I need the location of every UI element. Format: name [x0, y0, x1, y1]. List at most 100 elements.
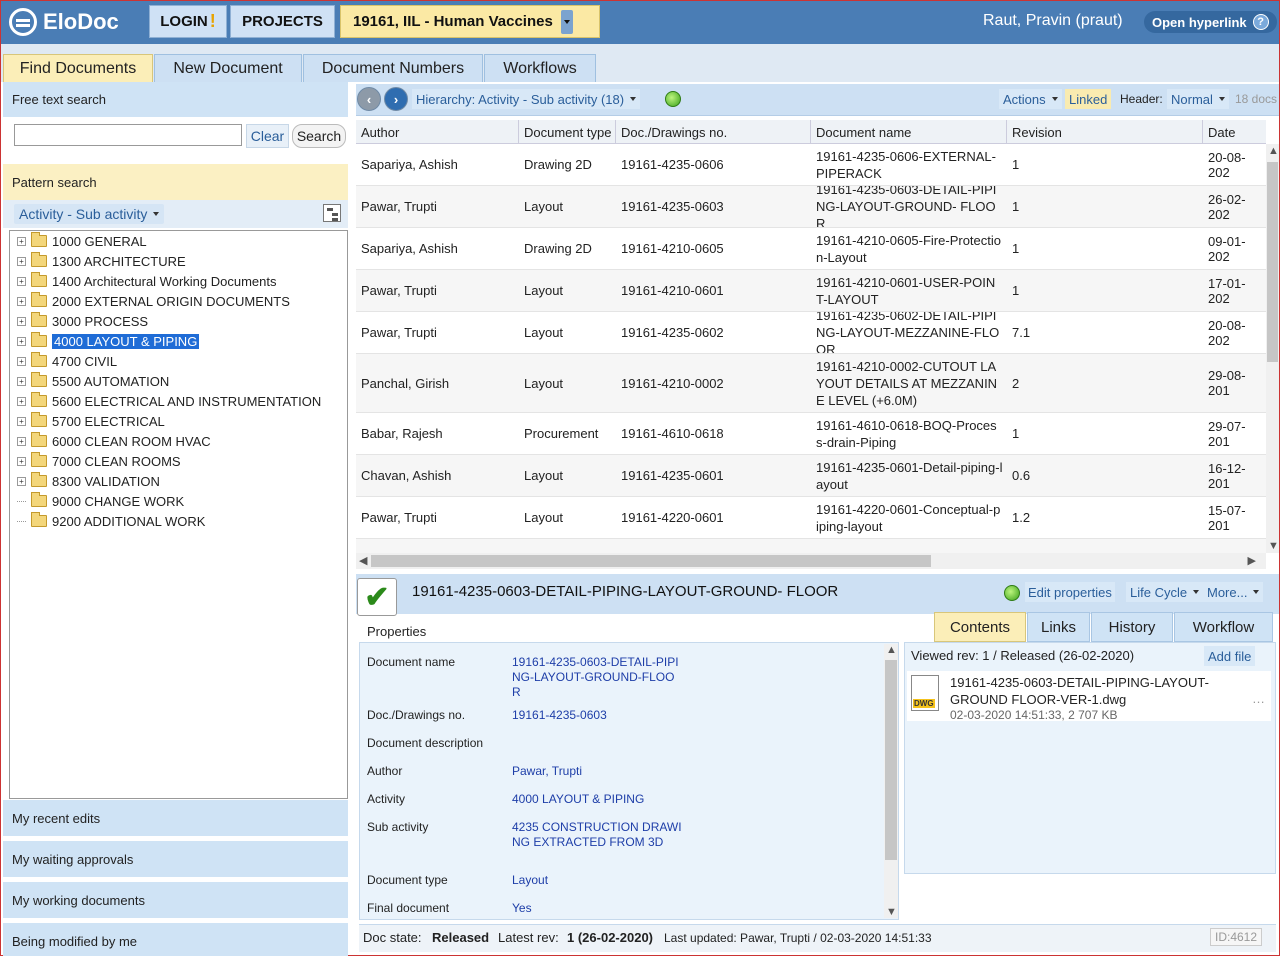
- refresh-icon[interactable]: [665, 91, 681, 107]
- tree-node[interactable]: +1400 Architectural Working Documents: [17, 272, 276, 290]
- tree-node[interactable]: +1300 ARCHITECTURE: [17, 252, 186, 270]
- being-modified-by-me[interactable]: Being modified by me: [3, 923, 348, 956]
- back-arrow-icon[interactable]: ‹: [357, 87, 381, 111]
- my-waiting-approvals[interactable]: My waiting approvals: [3, 841, 348, 877]
- tree-node-label[interactable]: 5500 AUTOMATION: [52, 374, 169, 389]
- help-icon[interactable]: ?: [1252, 14, 1269, 30]
- forward-arrow-icon[interactable]: ›: [384, 87, 408, 111]
- tree-node-label[interactable]: 7000 CLEAN ROOMS: [52, 454, 181, 469]
- tab-history[interactable]: History: [1091, 612, 1173, 642]
- column-document-type[interactable]: Document type: [519, 120, 616, 144]
- projects-button[interactable]: PROJECTS: [230, 5, 335, 38]
- open-hyperlink-button[interactable]: Open hyperlink ?: [1144, 11, 1277, 33]
- tree-node[interactable]: +5500 AUTOMATION: [17, 372, 169, 390]
- tree-node-label[interactable]: 2000 EXTERNAL ORIGIN DOCUMENTS: [52, 294, 290, 309]
- more-options-icon[interactable]: …: [1252, 691, 1266, 706]
- tab-workflows[interactable]: Workflows: [484, 54, 596, 82]
- tree-node[interactable]: +1000 GENERAL: [17, 232, 147, 250]
- tree-node[interactable]: +7000 CLEAN ROOMS: [17, 452, 181, 470]
- scroll-down-icon[interactable]: ▼: [886, 906, 897, 918]
- table-vertical-scrollbar[interactable]: ▲ ▼: [1266, 144, 1279, 553]
- expand-plus-icon[interactable]: +: [17, 336, 26, 346]
- expand-plus-icon[interactable]: +: [17, 296, 26, 306]
- tree-node[interactable]: 9200 ADDITIONAL WORK: [17, 512, 205, 530]
- table-row[interactable]: Sapariya, Ashish Drawing 2D 19161-4235-060…: [356, 144, 1266, 186]
- expand-plus-icon[interactable]: +: [17, 236, 26, 246]
- tree-view-icon[interactable]: [323, 204, 341, 222]
- clear-button[interactable]: Clear: [246, 124, 289, 148]
- table-row[interactable]: Sapariya, Ashish Drawing 2D 19161-4210-060…: [356, 228, 1266, 270]
- table-row[interactable]: Chavan, Ashish Layout 19161-4235-0601 19161…: [356, 455, 1266, 497]
- table-row[interactable]: Babar, Rajesh Procurement 19161-4610-0618 1…: [356, 413, 1266, 455]
- actions-dropdown[interactable]: Actions: [999, 89, 1062, 109]
- my-working-documents[interactable]: My working documents: [3, 882, 348, 918]
- table-row[interactable]: Panchal, Girish Layout 19161-4210-0002 1916…: [356, 354, 1266, 413]
- tree-node-label[interactable]: 4000 LAYOUT & PIPING: [52, 333, 200, 349]
- column-revision[interactable]: Revision: [1007, 120, 1203, 144]
- scroll-thumb[interactable]: [1267, 162, 1278, 362]
- tree-node-label[interactable]: 6000 CLEAN ROOM HVAC: [52, 434, 211, 449]
- property-value[interactable]: 19161-4235-0603: [512, 708, 682, 723]
- scroll-up-icon[interactable]: ▲: [886, 644, 897, 656]
- hierarchy-select[interactable]: Hierarchy: Activity - Sub activity (18): [412, 89, 641, 109]
- properties-scrollbar[interactable]: ▲ ▼: [884, 644, 898, 918]
- tree-node-label[interactable]: 3000 PROCESS: [52, 314, 148, 329]
- tab-find-documents[interactable]: Find Documents: [3, 54, 153, 82]
- tree-node[interactable]: +4700 CIVIL: [17, 352, 117, 370]
- elodoc-logo[interactable]: EloDoc: [9, 7, 119, 37]
- expand-plus-icon[interactable]: +: [17, 276, 26, 286]
- free-text-search-header[interactable]: Free text search: [3, 82, 348, 117]
- linked-toggle[interactable]: Linked: [1065, 89, 1112, 109]
- tree-node-label[interactable]: 1400 Architectural Working Documents: [52, 274, 276, 289]
- property-value[interactable]: Layout: [512, 873, 682, 888]
- property-value[interactable]: Pawar, Trupti: [512, 764, 682, 779]
- expand-plus-icon[interactable]: +: [17, 436, 26, 446]
- tab-contents[interactable]: Contents: [934, 612, 1026, 642]
- pattern-search-header[interactable]: Pattern search: [3, 164, 348, 200]
- column-author[interactable]: Author: [356, 120, 519, 144]
- table-horizontal-scrollbar[interactable]: ◀ ▶: [356, 553, 1266, 569]
- tab-workflow[interactable]: Workflow: [1174, 612, 1273, 642]
- tree-node[interactable]: 9000 CHANGE WORK: [17, 492, 184, 510]
- expand-plus-icon[interactable]: +: [17, 456, 26, 466]
- expand-plus-icon[interactable]: +: [17, 476, 26, 486]
- column-document-name[interactable]: Document name: [811, 120, 1007, 144]
- search-input[interactable]: [14, 124, 242, 146]
- edit-properties-button[interactable]: Edit properties: [1025, 582, 1115, 602]
- table-row[interactable]: Pawar, Trupti Layout 19161-4220-0601 19161-…: [356, 497, 1266, 539]
- table-row[interactable]: Pawar, Trupti Layout 19161-4235-0603 19161-…: [356, 186, 1266, 228]
- tree-node-label[interactable]: 8300 VALIDATION: [52, 474, 160, 489]
- current-project-selector[interactable]: 19161, IIL - Human Vaccines: [340, 5, 600, 38]
- tree-node-label[interactable]: 5700 ELECTRICAL: [52, 414, 165, 429]
- header-mode-select[interactable]: Normal: [1167, 89, 1229, 109]
- search-button[interactable]: Search: [292, 124, 346, 148]
- table-row[interactable]: Pawar, Trupti Layout 19161-4235-0602 19161-…: [356, 312, 1266, 354]
- property-value[interactable]: 19161-4235-0603-DETAIL-PIPING-LAYOUT-GRO…: [512, 655, 682, 700]
- tree-node-label[interactable]: 9200 ADDITIONAL WORK: [52, 514, 205, 529]
- pattern-select[interactable]: Activity - Sub activity: [14, 204, 165, 224]
- table-row[interactable]: 19161-4220-0602-External-pipe: [356, 539, 1266, 553]
- tree-node[interactable]: +6000 CLEAN ROOM HVAC: [17, 432, 211, 450]
- expand-plus-icon[interactable]: +: [17, 396, 26, 406]
- expand-plus-icon[interactable]: +: [17, 316, 26, 326]
- scroll-thumb[interactable]: [885, 660, 897, 860]
- tree-node-label[interactable]: 4700 CIVIL: [52, 354, 117, 369]
- table-row[interactable]: Pawar, Trupti Layout 19161-4210-0601 19161-…: [356, 270, 1266, 312]
- tab-new-document[interactable]: New Document: [154, 54, 302, 82]
- tree-node-label[interactable]: 5600 ELECTRICAL AND INSTRUMENTATION: [52, 394, 321, 409]
- more-dropdown[interactable]: More...: [1203, 582, 1264, 602]
- tree-node-label[interactable]: 1300 ARCHITECTURE: [52, 254, 186, 269]
- refresh-icon[interactable]: [1004, 585, 1020, 601]
- property-value[interactable]: 4000 LAYOUT & PIPING: [512, 792, 682, 807]
- expand-plus-icon[interactable]: +: [17, 416, 26, 426]
- tree-node[interactable]: +3000 PROCESS: [17, 312, 148, 330]
- column-doc-no[interactable]: Doc./Drawings no.: [616, 120, 811, 144]
- tree-node-label[interactable]: 1000 GENERAL: [52, 234, 147, 249]
- chevron-down-icon[interactable]: [560, 9, 573, 34]
- user-name[interactable]: Raut, Pravin (praut): [983, 12, 1123, 30]
- scroll-right-icon[interactable]: ▶: [1248, 554, 1256, 567]
- tab-links[interactable]: Links: [1027, 612, 1090, 642]
- scroll-up-icon[interactable]: ▲: [1268, 145, 1279, 157]
- login-button[interactable]: LOGIN!: [149, 5, 227, 38]
- column-date[interactable]: Date: [1203, 120, 1266, 144]
